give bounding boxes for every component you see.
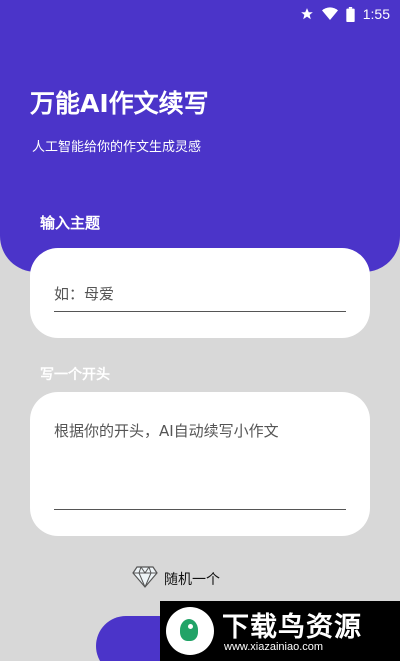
battery-icon (346, 6, 355, 22)
watermark-url: www.xiazainiao.com (224, 641, 324, 653)
diamond-icon (132, 566, 158, 592)
status-bar: 1:55 (300, 4, 390, 24)
page-subtitle: 人工智能给你的作文生成灵感 (32, 140, 202, 155)
opening-card (30, 392, 370, 536)
page-title: 万能AI作文续写 (30, 89, 209, 118)
star-icon (300, 7, 314, 21)
watermark: 下载鸟资源 www.xiazainiao.com (160, 601, 400, 661)
wifi-icon (321, 7, 338, 21)
topic-card (30, 248, 370, 338)
random-button[interactable]: 随机一个 (132, 566, 220, 592)
topic-label: 输入主题 (40, 214, 101, 232)
status-time: 1:55 (362, 6, 390, 22)
opening-label: 写一个开头 (40, 367, 110, 383)
watermark-logo-icon (166, 607, 214, 655)
random-button-label: 随机一个 (164, 572, 220, 588)
topic-input[interactable] (54, 276, 346, 312)
watermark-title: 下载鸟资源 (222, 612, 362, 643)
opening-input[interactable] (54, 420, 346, 510)
